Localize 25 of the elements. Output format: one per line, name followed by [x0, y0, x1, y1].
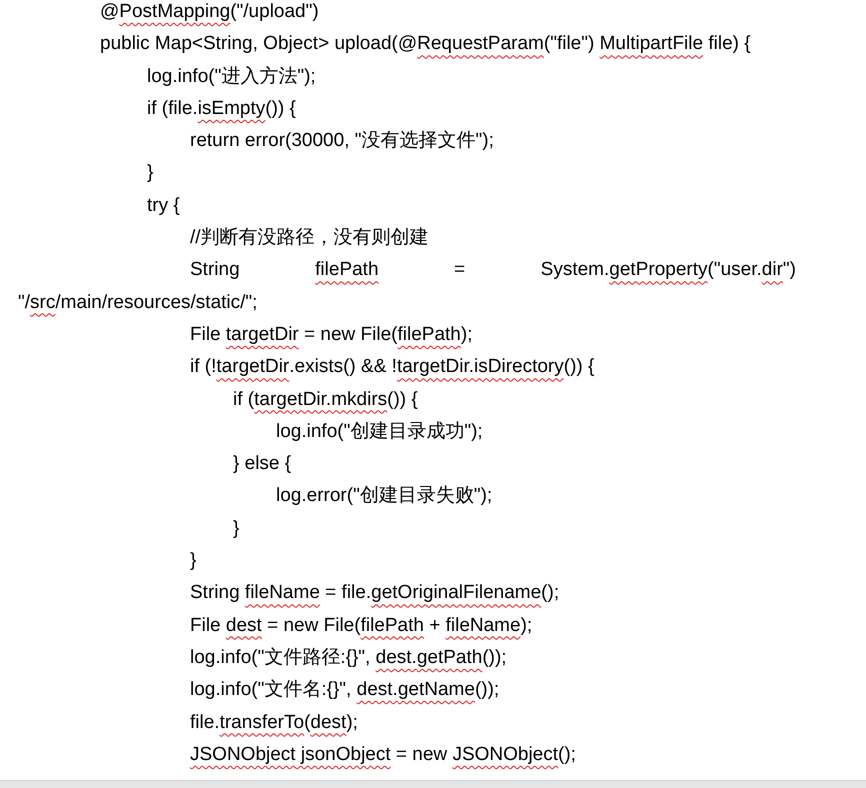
code-line: log.info("文件名:{}", dest.getName()); — [190, 678, 500, 702]
code-line: String fileName = file.getOriginalFilename(); — [190, 581, 560, 606]
horizontal-scrollbar[interactable] — [0, 780, 866, 788]
code-line: //判断有没路径，没有则创建 — [190, 226, 429, 250]
code-line: try { — [147, 194, 180, 218]
code-line: return error(30000, "没有选择文件"); — [190, 129, 494, 154]
code-line: log.error("创建目录失败"); — [276, 484, 492, 508]
code-line: if (targetDir.mkdirs()) { — [233, 388, 418, 412]
code-line: file.transferTo(dest); — [190, 710, 358, 735]
code-line: } — [190, 549, 196, 574]
code-line: } else { — [233, 452, 292, 476]
code-line: @PostMapping("/upload") — [100, 0, 319, 24]
code-line: String filePath = System.getProperty("user.dir") — [190, 258, 796, 282]
code-line: "/src/main/resources/static/"; — [18, 290, 258, 315]
code-line: } — [233, 516, 240, 541]
code-line: if (!targetDir.exists() && !targetDir.isDirectory()) { — [190, 355, 594, 380]
code-line: log.info("进入方法"); — [147, 64, 316, 89]
code-line: JSONObject jsonObject = new JSONObject(); — [190, 742, 576, 767]
code-line: } — [147, 161, 154, 186]
code-line: public Map<String, Object> upload(@RequestParam("file") MultipartFile file) { — [100, 32, 751, 56]
code-line: File dest = new File(filePath + fileName); — [190, 614, 532, 638]
code-line: File targetDir = new File(filePath); — [190, 322, 472, 347]
code-line: log.info("文件路径:{}", dest.getPath()); — [190, 646, 507, 670]
code-line: if (file.isEmpty()) { — [147, 96, 296, 121]
code-line: log.info("创建目录成功"); — [276, 420, 483, 444]
